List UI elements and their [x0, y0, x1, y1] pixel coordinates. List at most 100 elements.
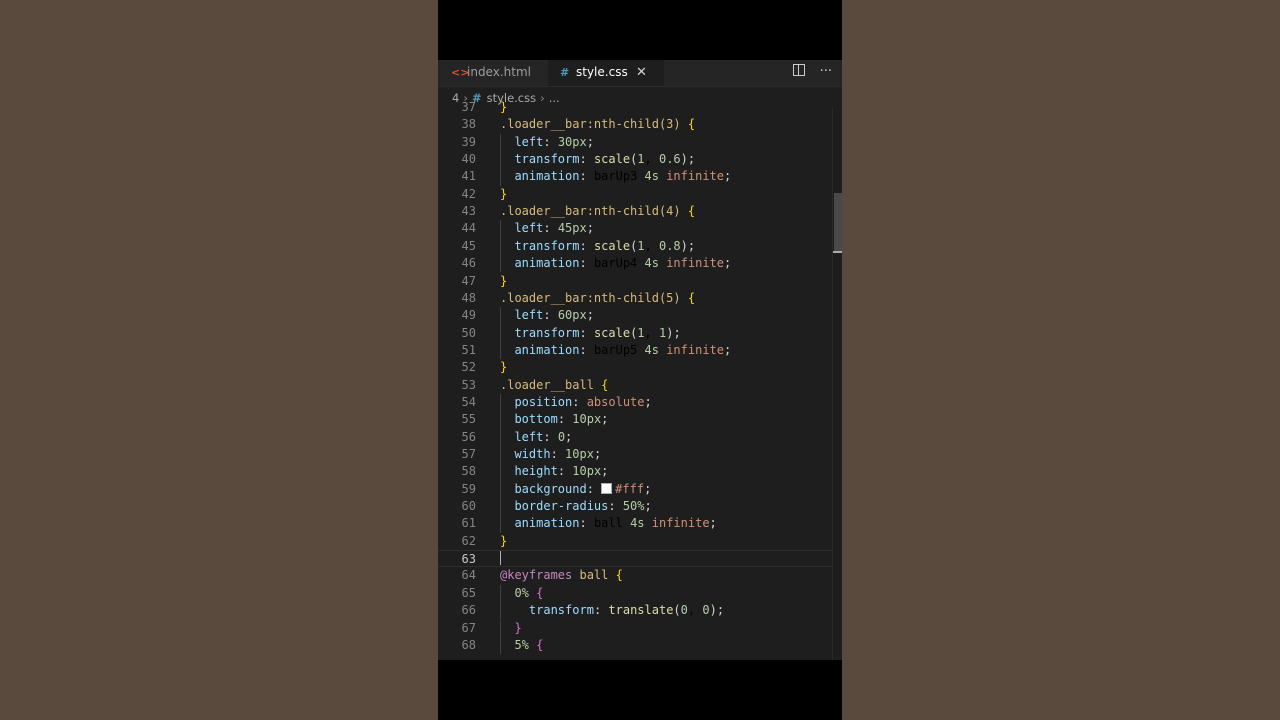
line-number: 43	[461, 204, 476, 219]
line-number: 48	[461, 290, 476, 305]
line-number: 64	[461, 568, 476, 583]
scrollbar-thumb[interactable]	[834, 193, 842, 253]
more-actions-icon[interactable]: ···	[820, 60, 832, 84]
code-line[interactable]: 39 left: 30px;	[438, 133, 842, 152]
tab-actions: ···	[773, 60, 832, 86]
line-text: }	[500, 100, 508, 114]
line-text	[500, 551, 501, 568]
line-text: animation: barUp5 4s infinite;	[514, 342, 732, 357]
code-line[interactable]: 61 animation: ball 4s infinite;	[438, 515, 842, 533]
code-line[interactable]: 56 left: 0;	[438, 428, 842, 446]
code-line[interactable]: 55 bottom: 10px;	[438, 411, 842, 429]
line-text: transform: scale(1, 0.6);	[514, 152, 696, 167]
code-line[interactable]: 46 animation: barUp4 4s infinite;	[438, 255, 842, 273]
line-number: 65	[461, 585, 476, 600]
code-line[interactable]: 54 position: absolute;	[438, 393, 842, 412]
code-line[interactable]: 59 background: #fff;	[438, 480, 842, 499]
line-text: }	[514, 620, 522, 635]
line-number: 51	[461, 342, 476, 357]
line-text: transform: scale(1, 1);	[514, 325, 681, 340]
line-number: 41	[461, 169, 476, 184]
line-text: position: absolute;	[514, 394, 652, 409]
line-number: 59	[461, 481, 476, 496]
code-line[interactable]: 40 transform: scale(1, 0.6);	[438, 151, 842, 169]
line-number: 50	[461, 325, 476, 340]
line-text: width: 10px;	[514, 447, 602, 461]
line-number: 47	[461, 273, 476, 288]
code-line[interactable]: 62}	[438, 533, 842, 550]
line-number: 37	[461, 100, 476, 114]
line-number: 66	[461, 603, 476, 618]
code-line[interactable]: 51 animation: barUp5 4s infinite;	[438, 341, 842, 360]
line-number: 55	[461, 412, 476, 427]
code-line[interactable]: 45 transform: scale(1, 0.8);	[438, 237, 842, 256]
code-line[interactable]: 67 }	[438, 619, 842, 637]
line-text: bottom: 10px;	[514, 412, 609, 427]
code-line[interactable]: 48 .loader__bar:nth-child(5) {	[438, 290, 842, 307]
code-line[interactable]: 63	[438, 550, 842, 568]
line-text: 0% {	[514, 585, 544, 600]
line-text: 5% {	[514, 637, 544, 652]
line-number: 54	[461, 394, 476, 409]
line-text: @keyframes ball {	[500, 568, 623, 583]
line-text: border-radius: 50%;	[514, 499, 652, 514]
code-line[interactable]: 47}	[438, 273, 842, 290]
code-line[interactable]: 44 left: 45px;	[438, 220, 842, 238]
code-line[interactable]: 52}	[438, 359, 842, 376]
line-text: left: 30px;	[514, 134, 594, 149]
code-line[interactable]: 60 border-radius: 50%;	[438, 498, 842, 516]
close-icon[interactable]: ✕	[636, 60, 647, 85]
line-text: transform: translate(0, 0);	[528, 603, 725, 618]
vertical-scrollbar[interactable]	[832, 107, 842, 660]
line-number: 49	[461, 308, 476, 323]
line-number: 57	[461, 447, 476, 461]
line-text: }	[500, 186, 508, 201]
line-text: }	[500, 533, 508, 548]
code-line[interactable]: 49 left: 60px;	[438, 307, 842, 325]
code-line[interactable]: 65 0% {	[438, 584, 842, 603]
line-number: 56	[461, 429, 476, 444]
code-line[interactable]: 53 .loader__ball {	[438, 377, 842, 394]
line-number: 40	[461, 152, 476, 167]
line-text: animation: ball 4s infinite;	[514, 516, 717, 531]
line-number: 63	[461, 552, 476, 567]
code-line[interactable]: 58 height: 10px;	[438, 463, 842, 481]
code-area[interactable]: 37} 38 .loader__bar:nth-child(3) {39 left:…	[438, 100, 842, 660]
line-number: 61	[461, 516, 476, 531]
code-line[interactable]: 64 @keyframes ball {	[438, 567, 842, 584]
line-text: }	[500, 360, 508, 375]
line-text: transform: scale(1, 0.8);	[514, 238, 696, 253]
code-line[interactable]: 37}	[438, 99, 842, 116]
code-line[interactable]: 43 .loader__bar:nth-child(4) {	[438, 203, 842, 220]
line-number: 60	[461, 499, 476, 514]
code-line[interactable]: 57 width: 10px;	[438, 446, 842, 464]
code-line[interactable]: 42}	[438, 186, 842, 203]
line-number: 38	[461, 117, 476, 132]
line-text: left: 60px;	[514, 308, 594, 323]
line-text: animation: barUp4 4s infinite;	[514, 256, 732, 271]
line-number: 42	[461, 186, 476, 201]
code-line[interactable]: 66 transform: translate(0, 0);	[438, 602, 842, 620]
line-text: background: #fff;	[514, 481, 652, 496]
line-text: }	[500, 273, 508, 288]
code-line[interactable]: 41 animation: barUp3 4s infinite;	[438, 168, 842, 186]
line-text: animation: barUp3 4s infinite;	[514, 169, 732, 184]
split-editor-icon[interactable]	[783, 60, 806, 84]
css-file-icon: #	[560, 66, 570, 79]
line-text: height: 10px;	[514, 464, 609, 479]
line-number: 62	[461, 533, 476, 548]
line-number: 58	[461, 464, 476, 479]
tab-style-css[interactable]: # style.css ✕	[548, 60, 664, 86]
code-line[interactable]: 68 5% {	[438, 636, 842, 655]
line-text: left: 45px;	[514, 221, 594, 236]
tab-index-html[interactable]: <>index.html	[438, 60, 546, 86]
line-number: 44	[461, 221, 476, 236]
line-number: 46	[461, 256, 476, 271]
code-line[interactable]: 50 transform: scale(1, 1);	[438, 324, 842, 342]
line-number: 53	[461, 377, 476, 392]
line-number: 45	[461, 238, 476, 253]
line-number: 52	[461, 360, 476, 375]
code-line[interactable]: 38 .loader__bar:nth-child(3) {	[438, 116, 842, 133]
line-number: 68	[461, 637, 476, 652]
tab-label: style.css	[576, 65, 628, 79]
